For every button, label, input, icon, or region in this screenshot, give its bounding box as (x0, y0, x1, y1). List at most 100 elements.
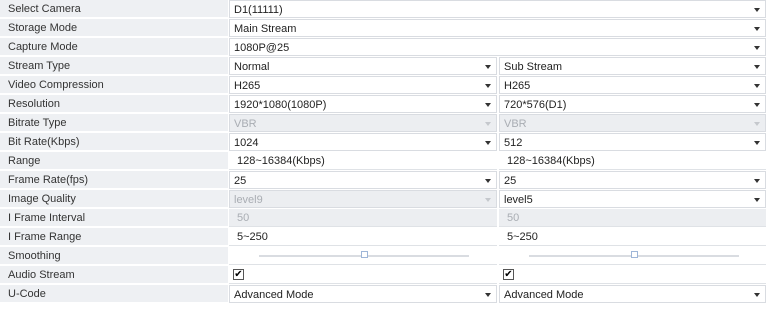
bitrate-type-label: Bitrate Type (0, 114, 228, 132)
row-bit-rate: Bit Rate(Kbps) 1024 512 (0, 133, 766, 152)
main-bitrate-type-value: VBR (234, 118, 257, 130)
main-stream-type-dropdown[interactable]: Normal (229, 57, 497, 75)
capture-mode-dropdown[interactable]: 1080P@25 (229, 38, 766, 56)
main-audio-stream-cell: ✔ (229, 266, 497, 284)
chevron-down-icon (754, 65, 760, 69)
main-bit-rate-value: 1024 (234, 137, 259, 149)
chevron-down-icon (485, 141, 491, 145)
sub-u-code-dropdown[interactable]: Advanced Mode (499, 285, 766, 303)
sub-stream-type-value: Sub Stream (504, 61, 563, 73)
chevron-down-icon (754, 293, 760, 297)
sub-video-compression-value: H265 (504, 80, 531, 92)
sub-range-text: 128~16384(Kbps) (499, 152, 766, 170)
sub-frame-rate-value: 25 (504, 175, 517, 187)
sub-stream-type-dropdown[interactable]: Sub Stream (499, 57, 766, 75)
main-stream-type-value: Normal (234, 61, 270, 73)
sub-i-frame-range-text: 5~250 (499, 228, 766, 246)
main-smoothing-slider[interactable] (229, 247, 497, 265)
main-resolution-dropdown[interactable]: 1920*1080(1080P) (229, 95, 497, 113)
row-stream-type: Stream Type Normal Sub Stream (0, 57, 766, 76)
row-storage-mode: Storage Mode Main Stream (0, 19, 766, 38)
bit-rate-label: Bit Rate(Kbps) (0, 133, 228, 151)
chevron-down-icon (485, 84, 491, 88)
main-bitrate-type-dropdown: VBR (229, 114, 497, 132)
sub-image-quality-dropdown[interactable]: level5 (499, 190, 766, 208)
row-select-camera: Select Camera D1(11111) (0, 0, 766, 19)
main-u-code-value: Advanced Mode (234, 289, 314, 301)
sub-frame-rate-dropdown[interactable]: 25 (499, 171, 766, 189)
row-audio-stream: Audio Stream ✔ ✔ (0, 266, 766, 285)
sub-smoothing-handle[interactable] (630, 251, 638, 258)
main-resolution-value: 1920*1080(1080P) (234, 99, 327, 111)
storage-mode-dropdown[interactable]: Main Stream (229, 19, 766, 37)
main-u-code-dropdown[interactable]: Advanced Mode (229, 285, 497, 303)
smoothing-label: Smoothing (0, 247, 228, 265)
sub-resolution-value: 720*576(D1) (504, 99, 567, 111)
range-label: Range (0, 152, 228, 170)
i-frame-range-label: I Frame Range (0, 228, 228, 246)
sub-bit-rate-dropdown[interactable]: 512 (499, 133, 766, 151)
chevron-down-icon (754, 103, 760, 107)
chevron-down-icon (485, 122, 491, 126)
u-code-label: U-Code (0, 285, 228, 303)
row-i-frame-interval: I Frame Interval 50 50 (0, 209, 766, 228)
select-camera-value: D1(11111) (234, 4, 283, 16)
sub-audio-stream-cell: ✔ (499, 266, 766, 284)
row-smoothing: Smoothing (0, 247, 766, 266)
main-video-compression-dropdown[interactable]: H265 (229, 76, 497, 94)
sub-bitrate-type-dropdown: VBR (499, 114, 766, 132)
chevron-down-icon (485, 65, 491, 69)
row-bitrate-type: Bitrate Type VBR VBR (0, 114, 766, 133)
main-frame-rate-value: 25 (234, 175, 247, 187)
main-i-frame-interval-input: 50 (229, 209, 497, 227)
row-frame-rate: Frame Rate(fps) 25 25 (0, 171, 766, 190)
sub-video-compression-dropdown[interactable]: H265 (499, 76, 766, 94)
row-image-quality: Image Quality level9 level5 (0, 190, 766, 209)
chevron-down-icon (754, 27, 760, 31)
main-image-quality-value: level9 (234, 194, 263, 206)
resolution-label: Resolution (0, 95, 228, 113)
main-frame-rate-dropdown[interactable]: 25 (229, 171, 497, 189)
chevron-down-icon (754, 84, 760, 88)
chevron-down-icon (485, 198, 491, 202)
row-i-frame-range: I Frame Range 5~250 5~250 (0, 228, 766, 247)
main-bit-rate-dropdown[interactable]: 1024 (229, 133, 497, 151)
chevron-down-icon (754, 122, 760, 126)
sub-i-frame-interval-input: 50 (499, 209, 766, 227)
main-range-text: 128~16384(Kbps) (229, 152, 497, 170)
chevron-down-icon (485, 179, 491, 183)
chevron-down-icon (485, 293, 491, 297)
main-i-frame-range-text: 5~250 (229, 228, 497, 246)
sub-bit-rate-value: 512 (504, 137, 523, 149)
sub-smoothing-slider[interactable] (499, 247, 766, 265)
image-quality-label: Image Quality (0, 190, 228, 208)
video-compression-label: Video Compression (0, 76, 228, 94)
select-camera-dropdown[interactable]: D1(11111) (229, 0, 766, 18)
main-image-quality-dropdown: level9 (229, 190, 497, 208)
storage-mode-label: Storage Mode (0, 19, 228, 37)
frame-rate-label: Frame Rate(fps) (0, 171, 228, 189)
row-resolution: Resolution 1920*1080(1080P) 720*576(D1) (0, 95, 766, 114)
stream-type-label: Stream Type (0, 57, 228, 75)
chevron-down-icon (754, 8, 760, 12)
audio-stream-label: Audio Stream (0, 266, 228, 284)
main-smoothing-handle[interactable] (360, 251, 368, 258)
row-u-code: U-Code Advanced Mode Advanced Mode (0, 285, 766, 304)
select-camera-label: Select Camera (0, 0, 228, 18)
sub-audio-stream-checkbox[interactable]: ✔ (503, 269, 514, 280)
capture-mode-label: Capture Mode (0, 38, 228, 56)
encoding-settings-form: Select Camera D1(11111) Storage Mode Mai… (0, 0, 766, 329)
chevron-down-icon (485, 103, 491, 107)
capture-mode-value: 1080P@25 (234, 42, 290, 54)
storage-mode-value: Main Stream (234, 23, 297, 35)
chevron-down-icon (754, 46, 760, 50)
sub-resolution-dropdown[interactable]: 720*576(D1) (499, 95, 766, 113)
i-frame-interval-label: I Frame Interval (0, 209, 228, 227)
row-video-compression: Video Compression H265 H265 (0, 76, 766, 95)
sub-u-code-value: Advanced Mode (504, 289, 584, 301)
chevron-down-icon (754, 141, 760, 145)
chevron-down-icon (754, 198, 760, 202)
row-range: Range 128~16384(Kbps) 128~16384(Kbps) (0, 152, 766, 171)
main-video-compression-value: H265 (234, 80, 261, 92)
main-audio-stream-checkbox[interactable]: ✔ (233, 269, 244, 280)
